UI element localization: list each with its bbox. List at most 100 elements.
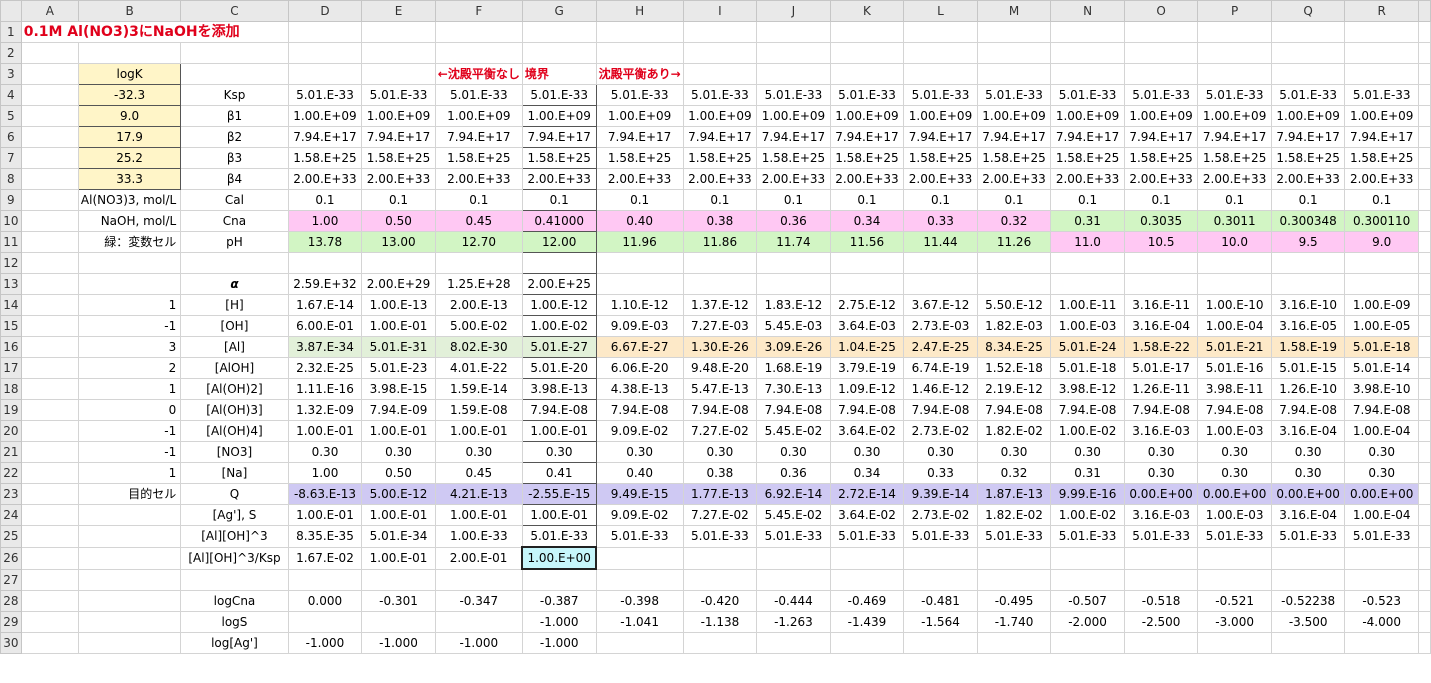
cell-n13[interactable] bbox=[1050, 273, 1125, 295]
cell-p5[interactable]: 1.00.E+09 bbox=[1197, 105, 1272, 127]
cell-j1[interactable] bbox=[756, 21, 831, 43]
cell-b4[interactable]: -32.3 bbox=[77, 84, 182, 106]
cell-q7[interactable]: 1.58.E+25 bbox=[1270, 147, 1346, 169]
cell-p13[interactable] bbox=[1197, 273, 1272, 295]
cell-e8[interactable]: 2.00.E+33 bbox=[361, 168, 436, 190]
cell-f13[interactable]: 1.25.E+28 bbox=[434, 273, 523, 295]
column-header-h[interactable]: H bbox=[595, 0, 684, 22]
cell-a3[interactable] bbox=[20, 63, 79, 85]
cell-o15[interactable]: 3.16.E-04 bbox=[1123, 315, 1199, 337]
cell-f6[interactable]: 7.94.E+17 bbox=[434, 126, 523, 148]
cell-o9[interactable]: 0.1 bbox=[1123, 189, 1199, 211]
row-header-26[interactable]: 26 bbox=[0, 546, 22, 570]
cell-f15[interactable]: 5.00.E-02 bbox=[434, 315, 523, 337]
cell-g6[interactable]: 7.94.E+17 bbox=[521, 126, 597, 148]
row-header-12[interactable]: 12 bbox=[0, 252, 22, 274]
cell-n4[interactable]: 5.01.E-33 bbox=[1050, 84, 1125, 106]
cell-a6[interactable] bbox=[20, 126, 79, 148]
cell-q18[interactable]: 1.26.E-10 bbox=[1270, 378, 1346, 400]
column-header-l[interactable]: L bbox=[903, 0, 978, 22]
cell-c9[interactable]: Cal bbox=[180, 189, 289, 211]
cell-n12[interactable] bbox=[1050, 252, 1125, 274]
cell-j17[interactable]: 1.68.E-19 bbox=[756, 357, 831, 379]
cell-p11[interactable]: 10.0 bbox=[1197, 231, 1272, 253]
row-header-8[interactable]: 8 bbox=[0, 168, 22, 190]
cell-d7[interactable]: 1.58.E+25 bbox=[287, 147, 363, 169]
cell-j10[interactable]: 0.36 bbox=[756, 210, 831, 232]
cell-q19[interactable]: 7.94.E-08 bbox=[1270, 399, 1346, 421]
column-header-k[interactable]: K bbox=[829, 0, 905, 22]
cell-i9[interactable]: 0.1 bbox=[682, 189, 758, 211]
cell-p4[interactable]: 5.01.E-33 bbox=[1197, 84, 1272, 106]
cell-h21[interactable]: 0.30 bbox=[595, 441, 684, 463]
cell-b23[interactable]: 目的セル bbox=[77, 483, 182, 505]
cell-g14[interactable]: 1.00.E-12 bbox=[521, 294, 597, 316]
cell-l7[interactable]: 1.58.E+25 bbox=[903, 147, 978, 169]
cell-b18[interactable]: 1 bbox=[77, 378, 182, 400]
cell-k26[interactable] bbox=[829, 546, 905, 570]
annotation-no-precip[interactable]: ←沈殿平衡なし bbox=[434, 63, 523, 85]
cell-l28[interactable]: -0.481 bbox=[903, 589, 978, 612]
cell-c17[interactable]: [AlOH] bbox=[180, 357, 289, 379]
column-header-e[interactable]: E bbox=[361, 0, 436, 22]
cell-f17[interactable]: 4.01.E-22 bbox=[434, 357, 523, 379]
cell-m11[interactable]: 11.26 bbox=[976, 231, 1052, 253]
cell-g1[interactable] bbox=[521, 21, 597, 43]
cell-f9[interactable]: 0.1 bbox=[434, 189, 523, 211]
cell-c5[interactable]: β1 bbox=[180, 105, 289, 127]
cell-q29[interactable]: -3.500 bbox=[1270, 610, 1346, 633]
cell-a15[interactable] bbox=[20, 315, 79, 337]
cell-l29[interactable]: -1.564 bbox=[903, 610, 978, 633]
cell-p28[interactable]: -0.521 bbox=[1197, 589, 1272, 612]
column-header-n[interactable]: N bbox=[1050, 0, 1125, 22]
row-header-13[interactable]: 13 bbox=[0, 273, 22, 295]
cell-p17[interactable]: 5.01.E-16 bbox=[1197, 357, 1272, 379]
cell-a16[interactable] bbox=[20, 336, 79, 358]
cell-a10[interactable] bbox=[20, 210, 79, 232]
cell-c2[interactable] bbox=[180, 42, 289, 64]
cell-a11[interactable] bbox=[20, 231, 79, 253]
row-header-7[interactable]: 7 bbox=[0, 147, 22, 169]
cell-j26[interactable] bbox=[756, 546, 831, 570]
cell-d2[interactable] bbox=[287, 42, 363, 64]
cell-h26[interactable] bbox=[595, 546, 684, 570]
cell-d11[interactable]: 13.78 bbox=[287, 231, 363, 253]
cell-o27[interactable] bbox=[1123, 568, 1199, 591]
cell-m12[interactable] bbox=[976, 252, 1052, 274]
cell-l10[interactable]: 0.33 bbox=[903, 210, 978, 232]
cell-l12[interactable] bbox=[903, 252, 978, 274]
column-header-c[interactable]: C bbox=[180, 0, 289, 22]
row-header-28[interactable]: 28 bbox=[0, 589, 22, 612]
row-header-15[interactable]: 15 bbox=[0, 315, 22, 337]
cell-n26[interactable] bbox=[1050, 546, 1125, 570]
cell-g10[interactable]: 0.41000 bbox=[521, 210, 597, 232]
cell-o1[interactable] bbox=[1123, 21, 1199, 43]
cell-o14[interactable]: 3.16.E-11 bbox=[1123, 294, 1199, 316]
column-header-o[interactable]: O bbox=[1123, 0, 1199, 22]
annotation-precip[interactable]: 沈殿平衡あり→ bbox=[595, 63, 684, 85]
cell-k6[interactable]: 7.94.E+17 bbox=[829, 126, 905, 148]
cell-l22[interactable]: 0.33 bbox=[903, 462, 978, 484]
cell-e1[interactable] bbox=[361, 21, 436, 43]
cell-b21[interactable]: -1 bbox=[77, 441, 182, 463]
cell-b28[interactable] bbox=[77, 589, 182, 612]
cell-a25[interactable] bbox=[20, 525, 79, 548]
cell-o4[interactable]: 5.01.E-33 bbox=[1123, 84, 1199, 106]
cell-p24[interactable]: 1.00.E-03 bbox=[1197, 504, 1272, 526]
cell-m14[interactable]: 5.50.E-12 bbox=[976, 294, 1052, 316]
cell-d28[interactable]: 0.000 bbox=[287, 589, 363, 612]
cell-d26[interactable]: 1.67.E-02 bbox=[287, 546, 363, 570]
cell-a22[interactable] bbox=[20, 462, 79, 484]
cell-b3[interactable]: logK bbox=[77, 63, 182, 85]
cell-m18[interactable]: 2.19.E-12 bbox=[976, 378, 1052, 400]
cell-d9[interactable]: 0.1 bbox=[287, 189, 363, 211]
cell-l11[interactable]: 11.44 bbox=[903, 231, 978, 253]
cell-p1[interactable] bbox=[1197, 21, 1272, 43]
cell-g21[interactable]: 0.30 bbox=[521, 441, 597, 463]
cell-q10[interactable]: 0.300348 bbox=[1270, 210, 1346, 232]
cell-a14[interactable] bbox=[20, 294, 79, 316]
cell-g22[interactable]: 0.41 bbox=[521, 462, 597, 484]
cell-h5[interactable]: 1.00.E+09 bbox=[595, 105, 684, 127]
cell-f16[interactable]: 8.02.E-30 bbox=[434, 336, 523, 358]
cell-a26[interactable] bbox=[20, 546, 79, 570]
